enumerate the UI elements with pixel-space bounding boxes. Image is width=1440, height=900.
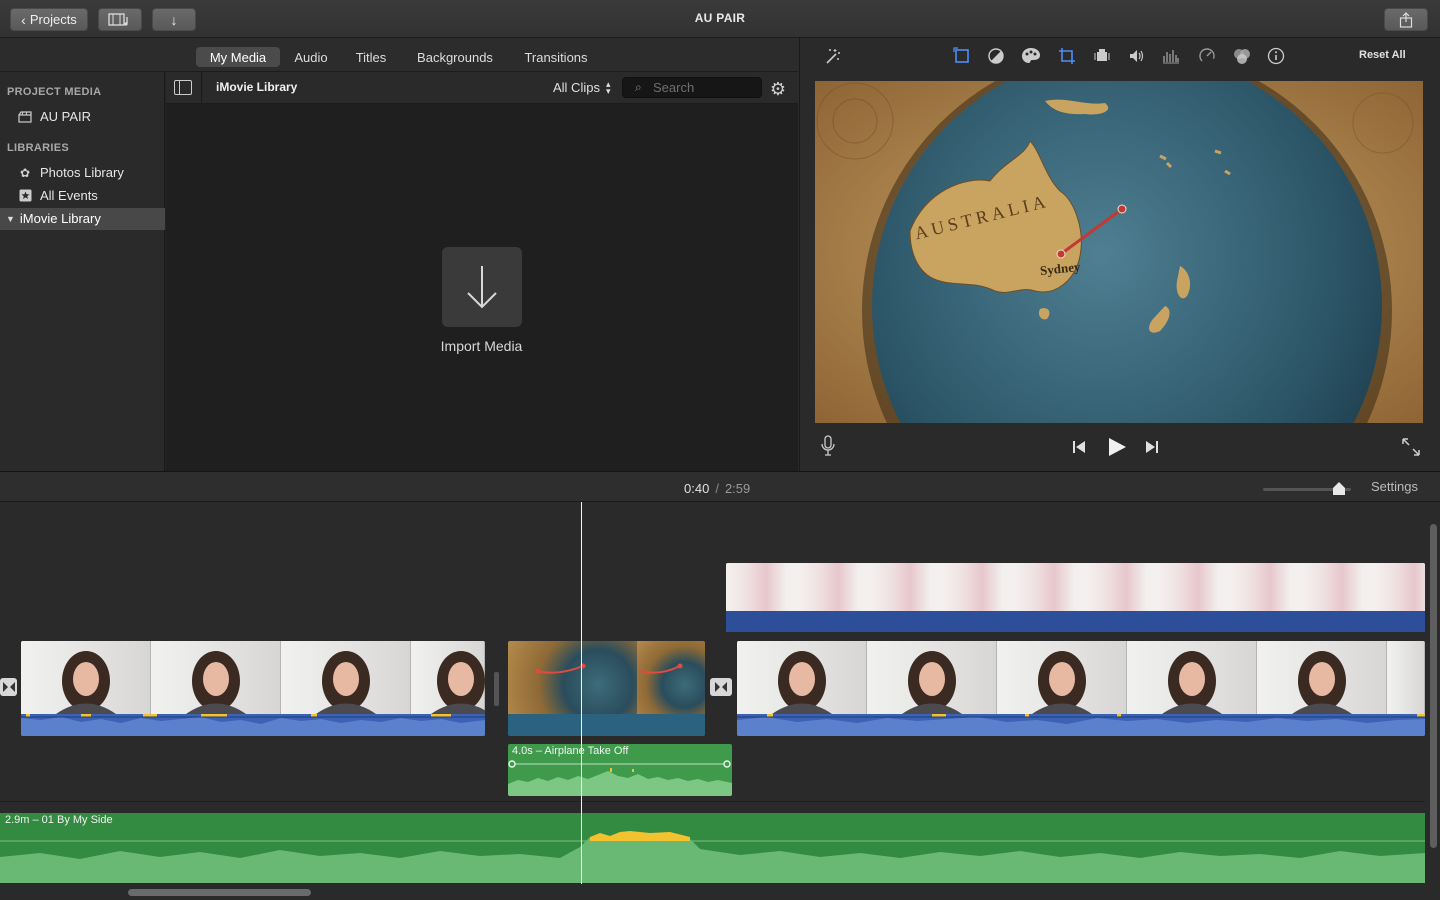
photos-flower-icon: ✿ bbox=[19, 165, 31, 180]
cutaway-clip[interactable] bbox=[726, 563, 1425, 632]
project-media-heading: PROJECT MEDIA bbox=[7, 86, 102, 98]
divider bbox=[201, 72, 202, 104]
gear-icon[interactable]: ⚙ bbox=[768, 79, 788, 99]
video-clip-1[interactable] bbox=[21, 641, 485, 736]
info-icon[interactable] bbox=[1265, 45, 1287, 67]
volume-icon[interactable] bbox=[1126, 45, 1148, 67]
woman-thumbnails-image bbox=[772, 651, 1352, 714]
video-clip-2[interactable] bbox=[737, 641, 1425, 736]
equalizer-icon[interactable] bbox=[1160, 45, 1182, 67]
reset-all-button[interactable]: Reset All bbox=[1359, 49, 1406, 61]
import-media-button[interactable] bbox=[442, 247, 522, 327]
stabilization-camera-icon[interactable] bbox=[1091, 45, 1113, 67]
color-correction-palette-icon[interactable] bbox=[1020, 45, 1042, 67]
sidebar-item-label: All Events bbox=[40, 188, 98, 203]
horizontal-scrollbar[interactable] bbox=[128, 889, 311, 896]
sidebar-item-label: iMovie Library bbox=[19, 211, 101, 226]
current-time: 0:40 bbox=[684, 481, 710, 496]
globe-map-image bbox=[815, 81, 1423, 423]
star-box-icon bbox=[18, 189, 32, 203]
vertical-scrollbar[interactable] bbox=[1430, 524, 1437, 848]
music-clip[interactable]: 2.9m – 01 By My Side bbox=[0, 813, 1425, 883]
sound-clip-label: 4.0s – Airplane Take Off bbox=[512, 745, 629, 757]
music-waveform bbox=[0, 831, 1425, 883]
video-preview[interactable]: AUSTRALIA Sydney bbox=[815, 81, 1423, 423]
skip-forward-icon[interactable] bbox=[1145, 440, 1159, 454]
import-media-label: Import Media bbox=[440, 338, 523, 354]
transition-icon[interactable] bbox=[0, 678, 17, 696]
share-button[interactable] bbox=[1384, 8, 1428, 31]
tab-audio[interactable]: Audio bbox=[288, 47, 334, 67]
share-icon bbox=[1399, 11, 1413, 28]
divider bbox=[0, 801, 1425, 802]
sidebar-toggle-icon[interactable] bbox=[174, 80, 192, 95]
sound-effect-clip[interactable]: 4.0s – Airplane Take Off bbox=[508, 744, 732, 796]
sidebar-item-label: Photos Library bbox=[40, 165, 124, 180]
woman-thumbnails-image bbox=[56, 651, 485, 714]
total-time: 2:59 bbox=[724, 481, 751, 496]
time-separator: / bbox=[715, 481, 719, 496]
video-clip-globe[interactable] bbox=[508, 641, 705, 736]
playhead[interactable] bbox=[581, 502, 582, 884]
tab-titles[interactable]: Titles bbox=[348, 47, 394, 67]
speed-gauge-icon[interactable] bbox=[1196, 45, 1218, 67]
sidebar-item-imovie-library[interactable]: ▼ iMovie Library bbox=[6, 211, 101, 226]
clip-filter-icon[interactable] bbox=[1231, 45, 1253, 67]
app-title: AU PAIR bbox=[694, 11, 746, 25]
clip-audio-waveform bbox=[21, 714, 485, 736]
microphone-icon[interactable] bbox=[820, 435, 836, 457]
sound-waveform bbox=[508, 760, 732, 796]
transition-icon[interactable] bbox=[710, 678, 732, 696]
globe-route-image bbox=[535, 663, 683, 674]
clip-gap-handle[interactable] bbox=[494, 672, 499, 706]
clapperboard-icon bbox=[18, 110, 32, 124]
clips-filter-select[interactable]: All Clips ▴ ▾ bbox=[553, 78, 611, 96]
search-input[interactable]: ⌕ Search bbox=[622, 77, 762, 98]
cutaway-thumbnails bbox=[726, 563, 1425, 611]
sidebar-item-all-events[interactable]: All Events bbox=[18, 188, 98, 203]
clips-filter-value: All Clips bbox=[553, 80, 600, 95]
updown-chevron-icon: ▴ ▾ bbox=[605, 78, 611, 96]
tab-my-media[interactable]: My Media bbox=[196, 47, 280, 67]
search-placeholder: Search bbox=[653, 80, 695, 95]
magic-wand-icon[interactable] bbox=[822, 45, 844, 67]
timeline-settings-button[interactable]: Settings bbox=[1371, 479, 1418, 494]
search-icon: ⌕ bbox=[635, 80, 642, 94]
clip-audio-bar bbox=[508, 714, 705, 736]
libraries-heading: LIBRARIES bbox=[7, 142, 69, 154]
tab-backgrounds[interactable]: Backgrounds bbox=[410, 47, 500, 67]
crop-overlay-icon[interactable] bbox=[951, 45, 973, 67]
browser-tabs bbox=[0, 38, 798, 72]
fullscreen-icon[interactable] bbox=[1402, 438, 1420, 456]
cutaway-audio-bar bbox=[726, 611, 1425, 632]
libraries-sidebar bbox=[0, 72, 165, 471]
play-icon[interactable] bbox=[1107, 437, 1127, 457]
tab-transitions[interactable]: Transitions bbox=[516, 47, 596, 67]
music-clip-label: 2.9m – 01 By My Side bbox=[5, 814, 113, 826]
zoom-slider-thumb[interactable] bbox=[1332, 482, 1345, 495]
sidebar-item-label: AU PAIR bbox=[40, 109, 92, 124]
color-balance-icon[interactable] bbox=[985, 45, 1007, 67]
timecode: 0:40 / 2:59 bbox=[684, 481, 750, 496]
sidebar-item-project[interactable]: AU PAIR bbox=[18, 109, 91, 124]
disclosure-triangle-icon[interactable]: ▼ bbox=[6, 214, 15, 224]
crop-icon[interactable] bbox=[1056, 45, 1078, 67]
arrow-down-icon bbox=[467, 266, 497, 309]
clip-audio-waveform bbox=[737, 714, 1425, 736]
sidebar-item-photos-library[interactable]: ✿ Photos Library bbox=[18, 165, 124, 180]
library-title: iMovie Library bbox=[216, 80, 298, 94]
skip-back-icon[interactable] bbox=[1072, 440, 1086, 454]
